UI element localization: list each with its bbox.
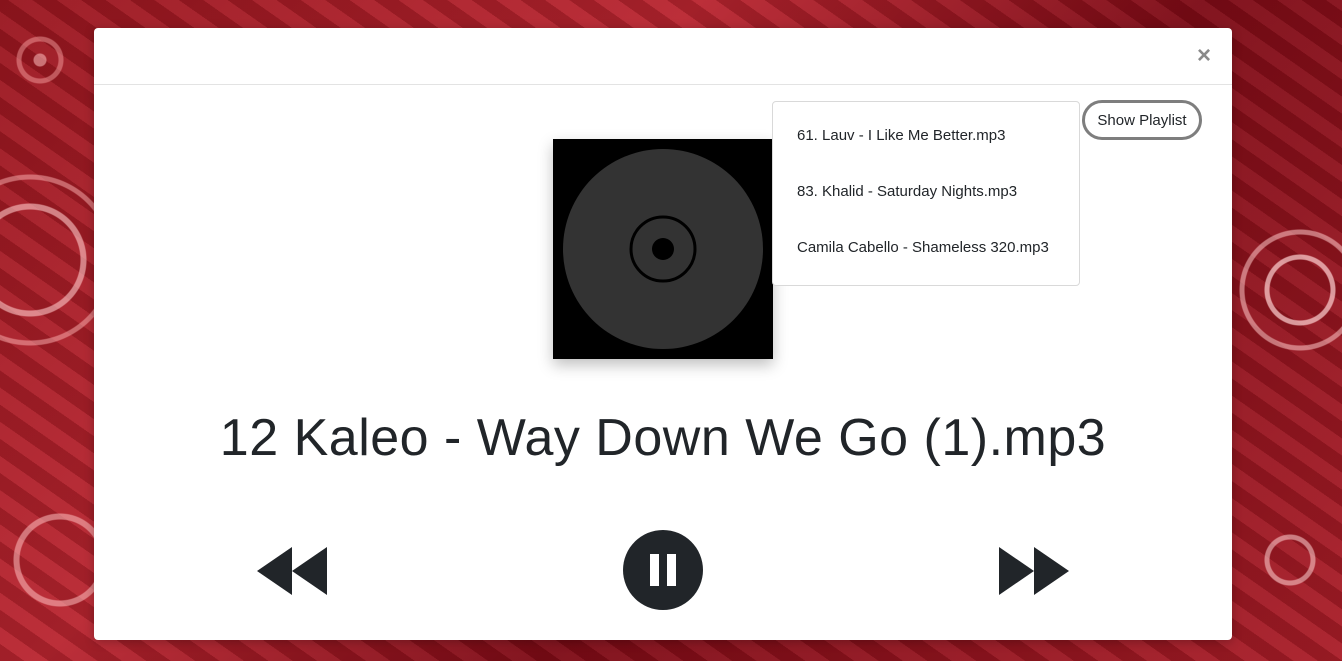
music-player-dialog: × 61. Lauv - I Like Me Better.mp3 83. Kh… [94,28,1232,640]
show-playlist-button[interactable]: Show Playlist [1082,100,1202,140]
previous-track-button[interactable] [254,544,330,598]
playlist-item[interactable]: 83. Khalid - Saturday Nights.mp3 [773,164,1079,220]
pause-button[interactable] [622,529,704,611]
next-track-button[interactable] [996,544,1072,598]
close-button[interactable]: × [1192,44,1216,68]
track-title: 12 Kaleo - Way Down We Go (1).mp3 [219,409,1107,467]
playlist-item[interactable]: Camila Cabello - Shameless 320.mp3 [773,220,1079,276]
playlist-dropdown: 61. Lauv - I Like Me Better.mp3 83. Khal… [772,101,1080,286]
dialog-header: × [94,28,1232,85]
playlist-item[interactable]: 61. Lauv - I Like Me Better.mp3 [773,108,1079,164]
disc-icon [553,139,773,359]
album-art [553,139,773,359]
fast-forward-icon [999,547,1069,595]
pause-icon [623,530,703,610]
rewind-icon [257,547,327,595]
